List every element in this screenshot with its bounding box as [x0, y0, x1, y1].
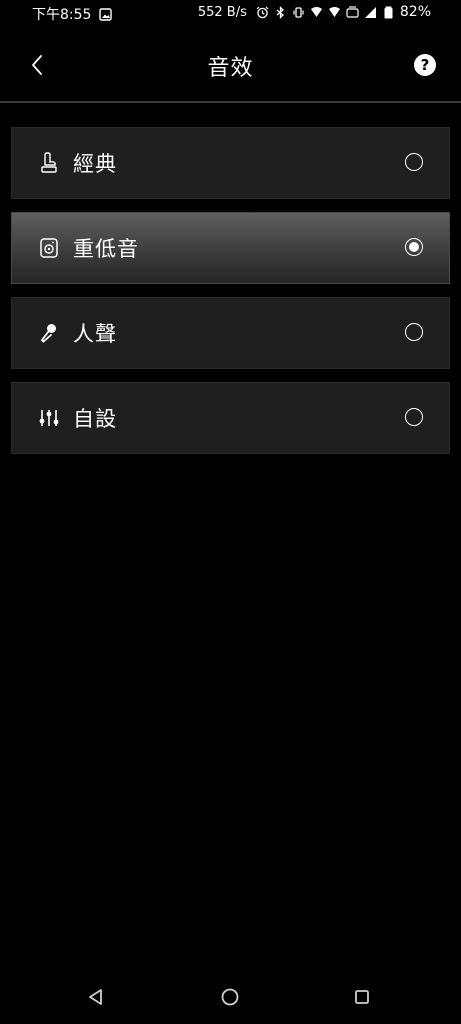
bluetooth-icon: [276, 5, 284, 19]
gramophone-icon: [38, 152, 60, 174]
square-recents-icon: [355, 990, 369, 1004]
triangle-back-icon: [89, 989, 102, 1005]
gallery-notification-icon: [99, 7, 113, 21]
status-left: 下午8:55: [32, 4, 113, 24]
signal-icon: [364, 6, 376, 18]
nav-home-button[interactable]: [218, 985, 242, 1009]
wifi-calling-icon: [310, 6, 322, 17]
network-speed: 552 B/s: [197, 4, 247, 20]
vibrate-icon: [293, 6, 304, 18]
nav-back-button[interactable]: [84, 985, 108, 1009]
header-divider: [0, 101, 461, 103]
page-title: 音效: [207, 56, 254, 81]
radio-dot: [409, 242, 419, 252]
screen: 下午8:55 552 B/s 82% 音效 ? 經典 重低音 人聲 自設: [0, 0, 461, 1024]
speaker-icon: [38, 237, 60, 259]
option-bass[interactable]: 重低音: [11, 212, 450, 284]
status-time: 下午8:55: [32, 7, 92, 23]
status-bar: 下午8:55 552 B/s 82%: [0, 0, 461, 28]
option-label: 經典: [73, 152, 117, 176]
wifi-icon: [328, 6, 340, 17]
status-right: 552 B/s 82%: [198, 4, 431, 20]
header: 音效 ?: [0, 30, 461, 100]
radio-unselected[interactable]: [405, 408, 423, 426]
alarm-icon: [256, 6, 269, 18]
option-label: 人聲: [73, 322, 117, 346]
nav-recents-button[interactable]: [350, 985, 374, 1009]
option-vocal[interactable]: 人聲: [11, 297, 450, 369]
navigation-bar: [0, 970, 461, 1024]
help-icon: ?: [420, 56, 430, 74]
battery-icon: [384, 6, 393, 18]
option-label: 重低音: [73, 237, 139, 261]
equalizer-icon: [38, 407, 60, 429]
help-button[interactable]: ?: [414, 54, 436, 76]
option-classic[interactable]: 經典: [11, 127, 450, 199]
microphone-icon: [38, 322, 60, 344]
circle-home-icon: [221, 988, 239, 1006]
lte-icon: [346, 5, 359, 18]
option-label: 自設: [73, 407, 117, 431]
battery-level: 82%: [399, 4, 431, 20]
radio-unselected[interactable]: [405, 153, 423, 171]
radio-unselected[interactable]: [405, 323, 423, 341]
option-custom[interactable]: 自設: [11, 382, 450, 454]
radio-selected[interactable]: [405, 238, 423, 256]
